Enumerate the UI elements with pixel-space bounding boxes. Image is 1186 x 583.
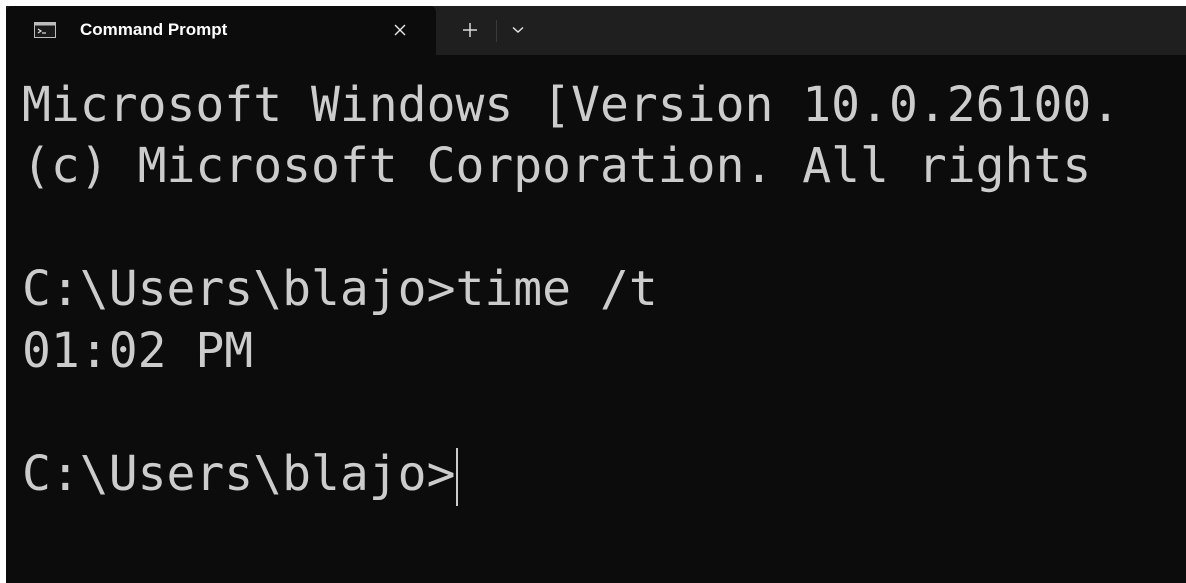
close-icon[interactable] [388, 18, 412, 42]
tab-bar: Command Prompt [6, 6, 1186, 55]
new-tab-button[interactable] [458, 18, 482, 42]
tab-command-prompt[interactable]: Command Prompt [6, 6, 436, 55]
tab-title: Command Prompt [80, 20, 228, 39]
console-line: C:\Users\blajo>time /t [22, 261, 658, 317]
plus-icon [463, 23, 477, 37]
text-cursor [456, 448, 459, 506]
console-line: (c) Microsoft Corporation. All rights [22, 138, 1092, 194]
window-inner: Command Prompt Microsoft Windows [Versio… [6, 6, 1186, 583]
console-line: Microsoft Windows [Version 10.0.26100. [22, 77, 1121, 133]
console-line: 01:02 PM [22, 323, 254, 379]
toolbar-divider [496, 20, 497, 42]
console-prompt-line[interactable]: C:\Users\blajo> [22, 444, 459, 506]
chevron-down-icon [512, 26, 524, 33]
profiles-dropdown-button[interactable] [506, 18, 530, 42]
cmd-icon [34, 22, 56, 38]
prompt-text: C:\Users\blajo> [22, 446, 456, 502]
terminal-window: Command Prompt Microsoft Windows [Versio… [0, 0, 1186, 583]
console-output[interactable]: Microsoft Windows [Version 10.0.26100. (… [6, 55, 1186, 583]
